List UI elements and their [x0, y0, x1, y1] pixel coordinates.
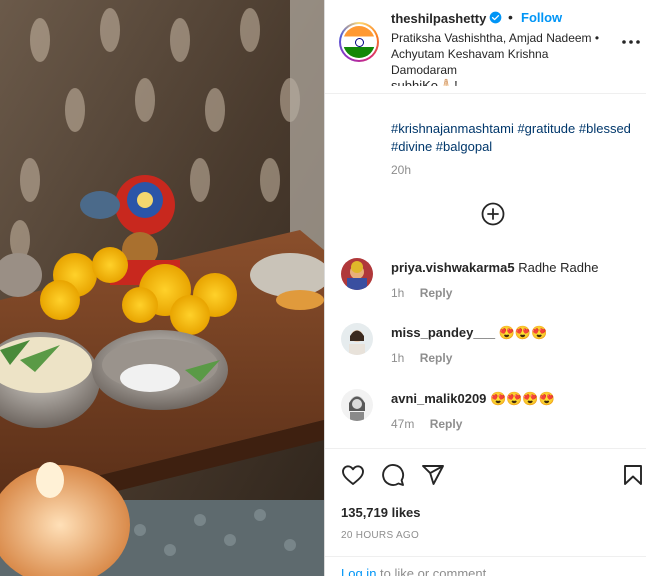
comment-username[interactable]: avni_malik0209	[391, 391, 486, 406]
login-link[interactable]: Log in	[341, 566, 376, 576]
share-icon[interactable]	[421, 463, 445, 487]
post-timestamp: 20 HOURS AGO	[341, 530, 420, 541]
action-bar	[325, 448, 646, 504]
comment-time: 1h	[391, 351, 405, 365]
post-media[interactable]	[0, 0, 324, 576]
comment-item: miss_pandey___ 😍😍😍 1h Reply	[341, 323, 641, 379]
heart-icon[interactable]	[341, 463, 365, 487]
caption-text-partial: subhiKo🙏🏻!	[391, 78, 458, 86]
post-details-panel: theshilpashetty • Follow Pratiksha Vashi…	[324, 0, 646, 576]
comment-text: 😍😍😍	[498, 325, 548, 340]
commenter-avatar[interactable]	[341, 389, 373, 421]
comment-text: 😍😍😍😍	[490, 391, 555, 406]
comment-text: Radhe Radhe	[518, 260, 599, 275]
more-options-icon[interactable]	[621, 36, 641, 48]
comment-username[interactable]: miss_pandey___	[391, 325, 495, 340]
comment-item: avni_malik0209 😍😍😍😍 47m Reply	[341, 389, 641, 445]
comment-body: priya.vishwakarma5 Radhe Radhe	[391, 260, 598, 275]
commenter-avatar[interactable]	[341, 258, 373, 290]
comment-icon[interactable]	[381, 463, 405, 487]
separator-dot: •	[508, 9, 513, 25]
login-prompt: Log in to like or comment.	[325, 556, 646, 576]
indian-flag-icon	[343, 26, 375, 58]
commenter-avatar[interactable]	[341, 323, 373, 355]
caption-timestamp: 20h	[391, 163, 412, 177]
comment-time: 47m	[391, 417, 415, 431]
comment-username[interactable]: priya.vishwakarma5	[391, 260, 515, 275]
likes-count[interactable]: 135,719 likes	[341, 505, 421, 520]
comment-meta: 1h Reply	[391, 351, 452, 365]
author-username[interactable]: theshilpashetty	[391, 11, 486, 26]
follow-button[interactable]: Follow	[521, 10, 562, 25]
reply-button[interactable]: Reply	[430, 417, 463, 431]
reply-button[interactable]: Reply	[420, 286, 453, 300]
audio-attribution[interactable]: Pratiksha Vashishtha, Amjad Nadeem • Ach…	[391, 30, 605, 78]
comment-body: avni_malik0209 😍😍😍😍	[391, 391, 555, 407]
plus-circle-icon[interactable]	[481, 202, 505, 226]
comment-time: 1h	[391, 286, 405, 300]
comment-body: miss_pandey___ 😍😍😍	[391, 325, 547, 341]
reply-button[interactable]: Reply	[420, 351, 453, 365]
comment-item: priya.vishwakarma5 Radhe Radhe 1h Reply	[341, 258, 641, 314]
chakra-icon	[354, 37, 364, 47]
login-rest-text: to like or comment.	[376, 566, 490, 576]
comment-meta: 1h Reply	[391, 286, 452, 300]
comment-meta: 47m Reply	[391, 417, 462, 431]
bookmark-icon[interactable]	[621, 463, 645, 487]
caption-hashtags[interactable]: #krishnajanmashtami #gratitude #blessed …	[391, 120, 631, 156]
verified-badge-icon	[489, 11, 502, 24]
post-photo	[0, 0, 324, 576]
author-avatar[interactable]	[339, 22, 379, 62]
avatar-inner	[341, 24, 377, 60]
login-prompt-text: Log in to like or comment.	[341, 566, 490, 576]
